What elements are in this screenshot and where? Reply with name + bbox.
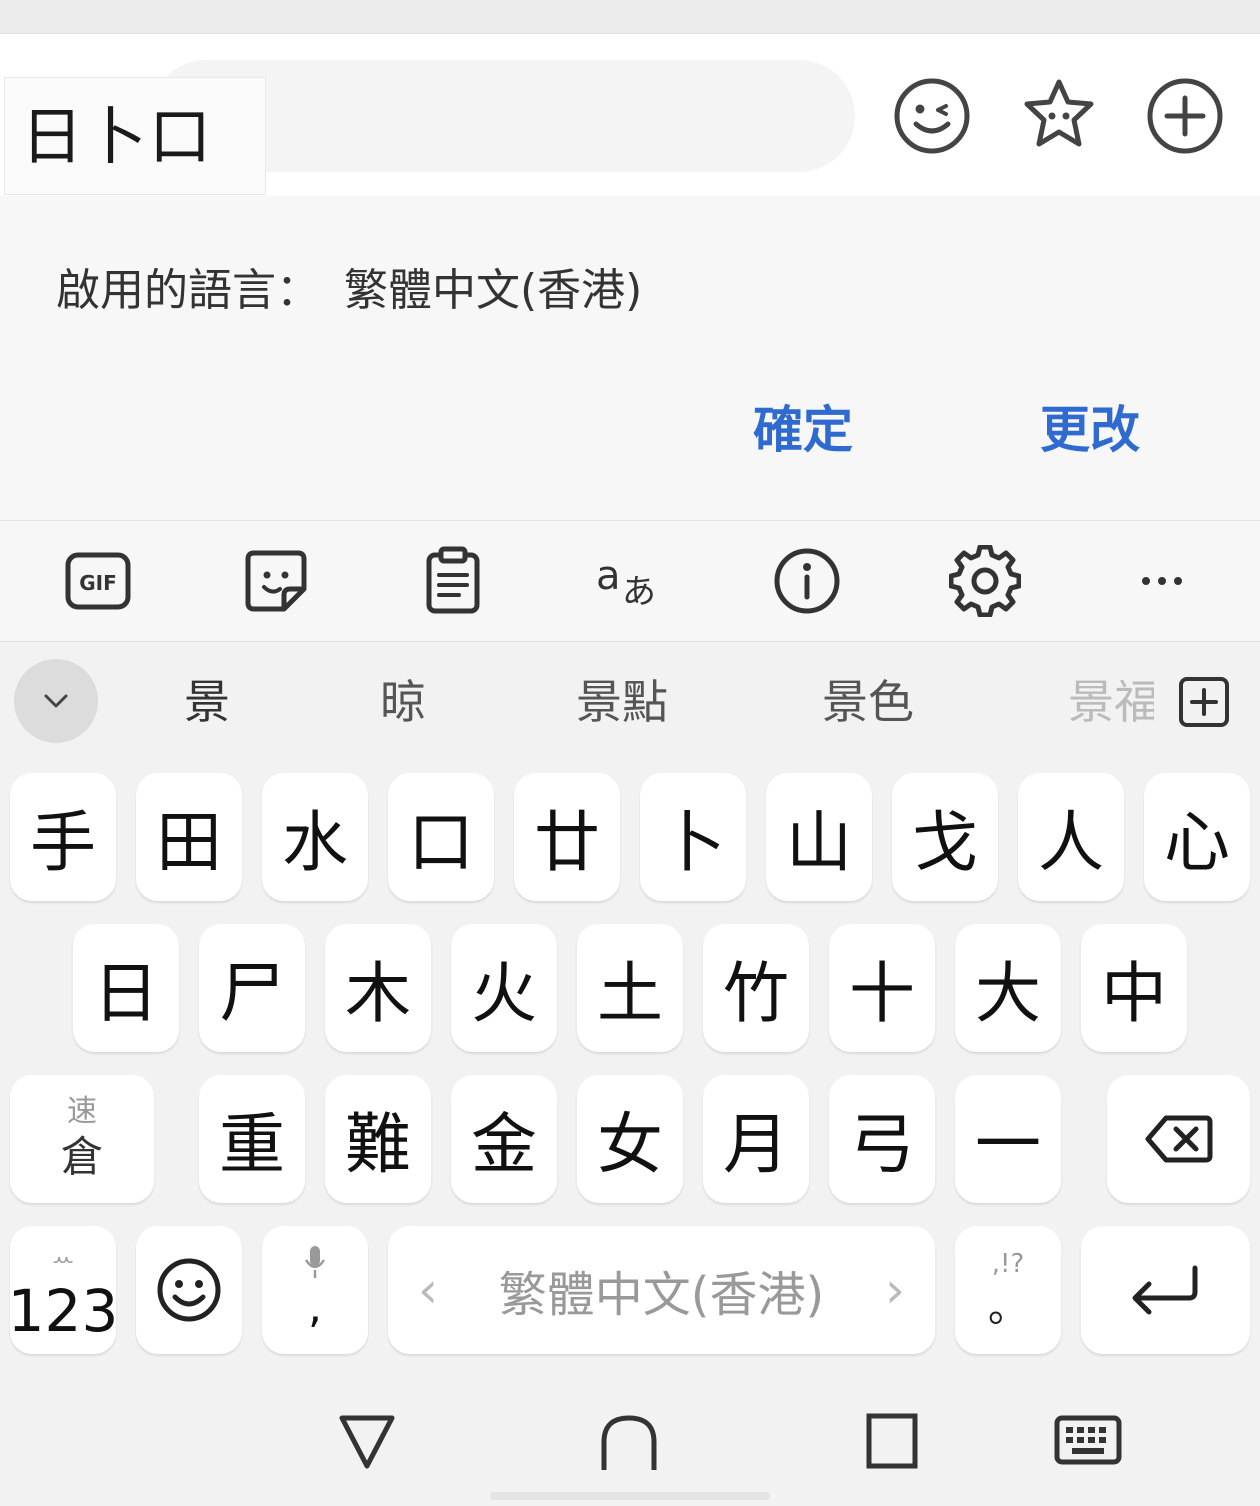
emoji-icon[interactable] bbox=[890, 74, 974, 158]
gif-icon[interactable]: GIF bbox=[62, 545, 134, 617]
candidate-item[interactable]: 景色 bbox=[822, 670, 914, 734]
key[interactable]: 中 bbox=[1081, 924, 1187, 1052]
more-icon[interactable] bbox=[1126, 545, 1198, 617]
language-panel bbox=[0, 196, 1260, 521]
candidate-item[interactable]: 晾 bbox=[380, 670, 426, 734]
candidate-item[interactable]: 景點 bbox=[576, 670, 668, 734]
smiley-icon bbox=[157, 1258, 221, 1322]
enabled-language-label: 啟用的語言： 繁體中文(香港) bbox=[56, 254, 642, 318]
chevron-down-icon bbox=[44, 694, 68, 708]
key[interactable]: 一 bbox=[955, 1075, 1061, 1203]
key[interactable]: 田 bbox=[136, 773, 242, 901]
key[interactable]: 卜 bbox=[640, 773, 746, 901]
key[interactable]: 手 bbox=[10, 773, 116, 901]
key[interactable]: 木 bbox=[325, 924, 431, 1052]
mode-key-bottom: 倉 bbox=[60, 1132, 103, 1181]
key[interactable]: 竹 bbox=[703, 924, 809, 1052]
key[interactable]: 日 bbox=[73, 924, 179, 1052]
key[interactable]: 弓 bbox=[829, 1075, 935, 1203]
punctuation-key[interactable]: ,!? 。 bbox=[955, 1226, 1061, 1354]
language-label-text: 啟用的語言： bbox=[56, 265, 320, 316]
key[interactable]: 火 bbox=[451, 924, 557, 1052]
input-mode-key[interactable]: 速 倉 bbox=[10, 1075, 154, 1203]
collapse-candidates-button[interactable] bbox=[14, 659, 98, 743]
composing-text: 日卜口火 bbox=[4, 77, 266, 291]
key[interactable]: 水 bbox=[262, 773, 368, 901]
punctuation-top: ,!? bbox=[991, 1249, 1025, 1279]
settings-icon[interactable] bbox=[949, 545, 1021, 617]
key[interactable]: 戈 bbox=[892, 773, 998, 901]
language-next-icon: › bbox=[885, 1261, 905, 1319]
microphone-icon bbox=[304, 1246, 326, 1278]
key[interactable]: 月 bbox=[703, 1075, 809, 1203]
svg-text:あ: あ bbox=[622, 572, 656, 612]
sticker-icon[interactable] bbox=[1017, 74, 1101, 158]
svg-text:a: a bbox=[596, 553, 621, 599]
svg-text:GIF: GIF bbox=[79, 571, 117, 595]
keyboard-icon[interactable] bbox=[1053, 1410, 1123, 1472]
confirm-button[interactable]: 確定 bbox=[753, 390, 853, 462]
candidate-item[interactable]: 景福 bbox=[1068, 670, 1154, 734]
clipboard-icon[interactable] bbox=[417, 545, 489, 617]
key[interactable]: 女 bbox=[577, 1075, 683, 1203]
add-word-icon[interactable] bbox=[1176, 674, 1232, 730]
home-icon[interactable] bbox=[594, 1410, 664, 1472]
handwriting-icon: ꕀ bbox=[51, 1244, 75, 1274]
translate-icon[interactable]: a あ bbox=[594, 545, 666, 617]
enter-icon bbox=[1132, 1265, 1197, 1315]
key[interactable]: 金 bbox=[451, 1075, 557, 1203]
key[interactable]: 尸 bbox=[199, 924, 305, 1052]
key[interactable]: 廿 bbox=[514, 773, 620, 901]
numbers-key[interactable]: ꕀ 123 bbox=[7, 1226, 119, 1354]
comma-key[interactable]: , bbox=[262, 1226, 368, 1354]
punctuation-bottom: 。 bbox=[988, 1285, 1028, 1331]
backspace-key[interactable] bbox=[1107, 1075, 1250, 1203]
mode-key-top: 速 bbox=[67, 1094, 97, 1129]
language-prev-icon: ‹ bbox=[418, 1261, 438, 1319]
numbers-label: 123 bbox=[7, 1277, 119, 1345]
status-strip bbox=[0, 0, 1260, 34]
key[interactable]: 人 bbox=[1018, 773, 1124, 901]
sticker-icon[interactable] bbox=[240, 545, 312, 617]
key[interactable]: 大 bbox=[955, 924, 1061, 1052]
key[interactable]: 十 bbox=[829, 924, 935, 1052]
add-icon[interactable] bbox=[1143, 74, 1227, 158]
emoji-key[interactable] bbox=[136, 1226, 242, 1354]
space-label: 繁體中文(香港) bbox=[498, 1267, 825, 1323]
comma-label: , bbox=[308, 1282, 322, 1333]
key[interactable]: 重 bbox=[199, 1075, 305, 1203]
key[interactable]: 口 bbox=[388, 773, 494, 901]
back-icon[interactable] bbox=[332, 1410, 402, 1472]
recents-icon[interactable] bbox=[857, 1410, 927, 1472]
change-button[interactable]: 更改 bbox=[1040, 390, 1140, 462]
key[interactable]: 心 bbox=[1144, 773, 1250, 901]
candidate-item[interactable]: 景 bbox=[184, 670, 230, 734]
language-name: 繁體中文(香港) bbox=[344, 265, 643, 316]
enter-key[interactable] bbox=[1081, 1226, 1250, 1354]
key[interactable]: 山 bbox=[766, 773, 872, 901]
space-key[interactable]: ‹ 繁體中文(香港) › bbox=[388, 1226, 935, 1354]
backspace-icon bbox=[1145, 1115, 1212, 1163]
info-icon[interactable] bbox=[771, 545, 843, 617]
key[interactable]: 難 bbox=[325, 1075, 431, 1203]
gesture-handle bbox=[490, 1492, 770, 1500]
key[interactable]: 土 bbox=[577, 924, 683, 1052]
